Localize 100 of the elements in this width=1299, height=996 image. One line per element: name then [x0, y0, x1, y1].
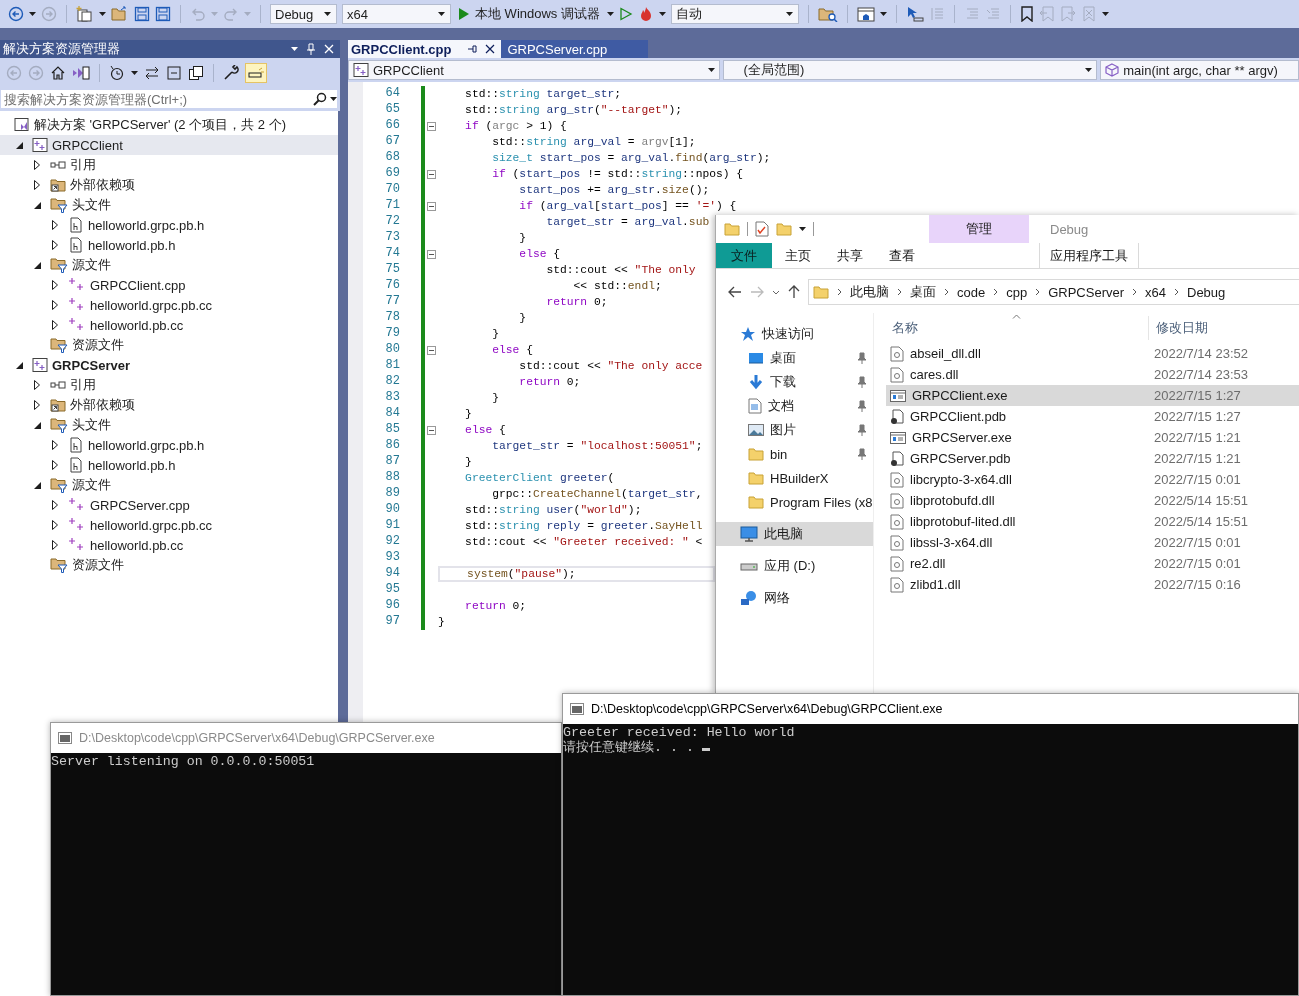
tree-item[interactable]: 解决方案 'GRPCServer' (2 个项目，共 2 个) — [0, 115, 338, 135]
navigation-item[interactable]: 应用 (D:) — [716, 554, 873, 578]
tree-item[interactable]: 资源文件 — [0, 335, 338, 355]
expand-arrow-icon[interactable] — [34, 400, 40, 410]
ribbon-tab[interactable]: 应用程序工具 — [1038, 243, 1139, 268]
expand-arrow-icon[interactable] — [52, 320, 58, 330]
navigation-item[interactable]: 下载 — [716, 370, 873, 394]
fold-icon[interactable] — [427, 425, 436, 435]
file-row[interactable]: libssl-3-x64.dll 2022/7/15 0:01 — [886, 532, 1299, 553]
tree-item[interactable]: helloworld.pb.h — [0, 455, 338, 475]
navigation-item[interactable]: Program Files (x8 — [716, 490, 873, 514]
tree-item[interactable]: 外部依赖项 — [0, 175, 338, 195]
tree-item[interactable]: 引用 — [0, 155, 338, 175]
breadcrumb[interactable]: code — [957, 284, 986, 300]
file-row[interactable]: GRPCServer.pdb 2022/7/15 1:21 — [886, 448, 1299, 469]
tree-item[interactable]: 外部依赖项 — [0, 395, 338, 415]
tree-item[interactable]: 资源文件 — [0, 555, 338, 575]
editor-tab[interactable]: GRPCServer.cpp — [501, 40, 649, 58]
caret-icon[interactable] — [606, 12, 614, 16]
caret-icon[interactable] — [291, 47, 298, 51]
caret-icon[interactable] — [799, 227, 806, 231]
expand-arrow-icon[interactable] — [52, 280, 58, 290]
tree-item[interactable]: 头文件 — [0, 195, 338, 215]
file-row[interactable]: libcrypto-3-x64.dll 2022/7/15 0:01 — [886, 469, 1299, 490]
search-icon[interactable] — [313, 92, 327, 106]
expand-arrow-icon[interactable] — [52, 460, 58, 470]
collapse-arrow-icon[interactable] — [15, 361, 23, 369]
switch-views-icon[interactable] — [72, 65, 90, 81]
breadcrumb[interactable]: GRPCServer — [1048, 284, 1125, 300]
back-icon[interactable] — [8, 6, 24, 22]
sync-icon[interactable] — [144, 65, 160, 81]
caret-icon[interactable] — [131, 71, 138, 75]
caret-icon[interactable] — [707, 68, 715, 72]
tree-item[interactable]: GRPCServer — [0, 355, 338, 375]
copies-icon[interactable] — [188, 65, 204, 81]
breadcrumb[interactable]: cpp — [1006, 284, 1028, 300]
breadcrumb[interactable]: x64 — [1145, 284, 1166, 300]
expand-arrow-icon[interactable] — [52, 440, 58, 450]
tree-item[interactable]: GRPCServer.cpp — [0, 495, 338, 515]
tree-item[interactable]: helloworld.grpc.pb.h — [0, 215, 338, 235]
caret-icon[interactable] — [785, 12, 793, 16]
file-row[interactable]: cares.dll 2022/7/14 23:53 — [886, 364, 1299, 385]
tree-item[interactable]: 源文件 — [0, 255, 338, 275]
file-row[interactable]: GRPCClient.exe 2022/7/15 1:27 — [886, 385, 1299, 406]
folder-search-icon[interactable] — [817, 6, 838, 22]
fold-icon[interactable] — [427, 169, 436, 179]
wrench-icon[interactable] — [223, 65, 239, 81]
navigation-item[interactable]: 此电脑 — [716, 522, 873, 546]
tree-item[interactable]: helloworld.pb.cc — [0, 315, 338, 335]
column-header[interactable]: 修改日期 — [1148, 316, 1286, 340]
editor-tab[interactable]: GRPCClient.cpp — [348, 40, 502, 58]
dropdown[interactable]: Debug — [270, 4, 337, 24]
fold-icon[interactable] — [427, 201, 436, 211]
navigation-item[interactable]: bin — [716, 442, 873, 466]
open-folder-icon[interactable] — [111, 6, 129, 22]
dropdown[interactable]: x64 — [342, 4, 451, 24]
navigation-item[interactable]: 图片 — [716, 418, 873, 442]
window-icon[interactable] — [856, 6, 875, 22]
home-icon[interactable] — [50, 65, 66, 81]
ribbon-tab[interactable]: 主页 — [772, 243, 824, 268]
pin-icon[interactable] — [467, 44, 478, 54]
caret-icon[interactable] — [658, 12, 666, 16]
bookmark-icon[interactable] — [1019, 6, 1034, 22]
tree-item[interactable]: GRPCClient — [0, 135, 338, 155]
collapse-arrow-icon[interactable] — [33, 481, 41, 489]
new-item-icon[interactable] — [76, 6, 94, 22]
properties-icon[interactable] — [755, 221, 769, 237]
file-row[interactable]: re2.dll 2022/7/15 0:01 — [886, 553, 1299, 574]
ribbon-tab[interactable]: 文件 — [716, 243, 772, 268]
fold-icon[interactable] — [427, 249, 436, 259]
caret-icon[interactable] — [99, 12, 106, 16]
tree-item[interactable]: helloworld.pb.cc — [0, 535, 338, 555]
preview-toggle[interactable] — [245, 63, 267, 83]
close-icon[interactable] — [485, 44, 496, 54]
expand-arrow-icon[interactable] — [34, 160, 40, 170]
file-row[interactable]: GRPCClient.pdb 2022/7/15 1:27 — [886, 406, 1299, 427]
expand-arrow-icon[interactable] — [52, 540, 58, 550]
save-all-icon[interactable] — [155, 6, 171, 22]
collapse-arrow-icon[interactable] — [33, 201, 41, 209]
debugger-button[interactable]: 本地 Windows 调试器 — [456, 5, 602, 23]
navigation-dropdown[interactable]: (全局范围) — [722, 60, 1098, 80]
caret-icon[interactable] — [29, 12, 36, 16]
navigation-dropdown[interactable]: GRPCClient — [348, 60, 720, 80]
breadcrumb[interactable]: 桌面 — [910, 283, 936, 301]
navigation-item[interactable]: 文档 — [716, 394, 873, 418]
column-header[interactable]: 名称 — [886, 319, 1148, 337]
navigation-dropdown[interactable]: main(int argc, char ** argv) — [1100, 60, 1299, 80]
search-field[interactable]: 搜索解决方案资源管理器(Ctrl+;) — [0, 89, 338, 109]
ribbon-tab[interactable]: 共享 — [824, 243, 876, 268]
history-icon[interactable] — [109, 65, 125, 81]
tree-item[interactable]: 源文件 — [0, 475, 338, 495]
breadcrumb[interactable]: 此电脑 — [850, 283, 889, 301]
caret-icon[interactable] — [1085, 68, 1093, 72]
tree-item[interactable]: GRPCClient.cpp — [0, 275, 338, 295]
expand-arrow-icon[interactable] — [52, 300, 58, 310]
expand-arrow-icon[interactable] — [52, 240, 58, 250]
caret-icon[interactable] — [879, 12, 887, 16]
collapse-arrow-icon[interactable] — [33, 421, 41, 429]
back-arrow-icon[interactable] — [728, 286, 742, 298]
ribbon-tab[interactable]: 查看 — [876, 243, 928, 268]
